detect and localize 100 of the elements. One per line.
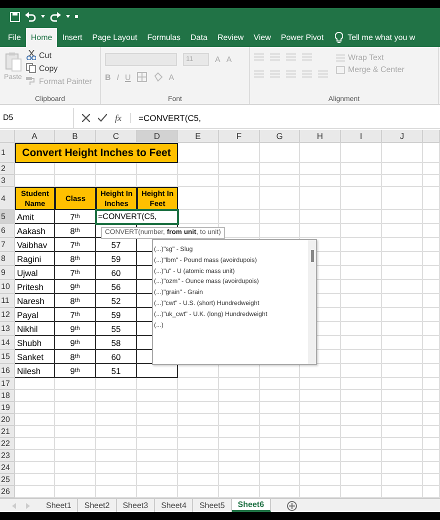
table-cell: Amit [15,210,55,224]
table-cell: Aakash [15,224,55,238]
row-header[interactable]: 8 [0,252,15,266]
row-header[interactable]: 14 [0,336,15,350]
row-header[interactable]: 11 [0,294,15,308]
table-cell: Ragini [15,252,55,266]
column-header[interactable]: A [15,130,55,143]
row-header[interactable]: 9 [0,266,15,280]
caret-icon[interactable] [41,15,45,18]
row-header[interactable]: 16 [0,364,15,378]
copy-button[interactable]: Copy [26,63,92,73]
row-header[interactable]: 4 [0,187,15,210]
merge-icon [336,66,345,74]
formula-field[interactable]: =CONVERT(C5, [138,113,440,123]
ribbon-tab[interactable]: Data [186,28,212,47]
table-cell: 8$^{th}$ [55,350,96,364]
lightbulb-icon[interactable] [334,32,343,43]
sheet-title: Convert Height Inches to Feet [15,143,178,163]
row-header[interactable]: 20 [0,414,15,426]
select-all-button[interactable] [0,130,15,143]
table-cell: 51 [96,364,137,378]
table-cell: 58 [96,336,137,350]
row-header[interactable]: 23 [0,450,15,462]
checkmark-icon[interactable] [98,114,107,122]
row-header[interactable]: 1 [0,143,15,163]
table-cell: 8$^{th}$ [55,224,96,238]
paintbrush-icon [26,76,36,86]
add-sheet-icon[interactable] [287,500,298,510]
row-header[interactable]: 7 [0,238,15,252]
table-cell: 8$^{th}$ [55,294,96,308]
ribbon-tab[interactable]: Review [212,28,249,47]
search-prompt[interactable]: Tell me what you w [348,33,416,42]
ribbon-tab[interactable]: Home [26,28,58,47]
column-header[interactable]: I [341,130,382,143]
copy-icon [26,63,36,73]
table-cell: Pritesh [15,280,55,294]
cut-button[interactable]: Cut [26,50,92,60]
row-header[interactable]: 19 [0,402,15,414]
row-header[interactable]: 22 [0,438,15,450]
row-header[interactable]: 12 [0,308,15,322]
ribbon-tab[interactable]: View [248,28,276,47]
column-header[interactable]: E [178,130,219,143]
row-header[interactable]: 17 [0,378,15,390]
table-cell: 9$^{th}$ [55,364,96,378]
redo-icon[interactable] [50,12,61,22]
scrollbar-thumb[interactable] [310,250,314,262]
column-header[interactable]: H [300,130,341,143]
ribbon-tab[interactable]: Power Pivot [276,28,329,47]
ribbon-tab[interactable]: Page Layout [87,28,142,47]
table-cell: 59 [96,308,137,322]
name-box[interactable]: D5 [0,108,74,128]
table-cell: Nikhil [15,322,55,336]
row-header[interactable]: 10 [0,280,15,294]
table-cell: 8$^{th}$ [55,252,96,266]
ribbon-tab[interactable]: Formulas [142,28,186,47]
insert-function-button[interactable]: fx [115,113,130,123]
row-header[interactable]: 6 [0,224,15,238]
table-cell: Payal [15,308,55,322]
undo-icon[interactable] [25,12,36,22]
table-cell: 9$^{th}$ [55,336,96,350]
column-header[interactable]: B [55,130,96,143]
row-header[interactable]: 5 [0,210,15,224]
customize-icon[interactable] [75,15,78,18]
table-cell: 59 [96,252,137,266]
row-header[interactable]: 2 [0,163,15,175]
row-header[interactable]: 25 [0,474,15,486]
row-header[interactable]: 18 [0,390,15,402]
wrap-icon [336,54,345,62]
table-cell: Ujwal [15,266,55,280]
row-header[interactable]: 21 [0,426,15,438]
column-header[interactable]: C [96,130,137,143]
table-cell: 9$^{th}$ [55,322,96,336]
column-header[interactable]: J [382,130,423,143]
table-cell: 56 [96,280,137,294]
table-cell: 52 [96,294,137,308]
close-icon[interactable] [82,114,90,122]
save-icon[interactable] [10,12,20,22]
scroll-left-icon[interactable] [12,502,16,508]
row-header[interactable]: 26 [0,486,15,498]
row-header[interactable]: 24 [0,462,15,474]
table-cell: 55 [96,322,137,336]
scrollbar[interactable] [308,240,316,364]
scissors-icon [26,50,36,60]
table-cell: 7$^{th}$ [55,308,96,322]
column-header[interactable]: D [137,130,178,143]
ribbon-tab[interactable]: File [3,28,26,47]
row-header[interactable]: 15 [0,350,15,364]
row-header[interactable]: 13 [0,322,15,336]
caret-icon[interactable] [66,15,70,18]
ribbon-tab[interactable]: Insert [57,28,88,47]
sheet-tab[interactable]: Sheet6 [232,499,272,512]
scroll-right-icon[interactable] [26,502,30,508]
row-header[interactable]: 3 [0,175,15,187]
column-header[interactable]: G [260,130,300,143]
table-cell: 7$^{th}$ [55,238,96,252]
editing-cell[interactable]: =CONVERT(C5, [96,210,178,224]
table-cell: Naresh [15,294,55,308]
column-header[interactable]: F [219,130,260,143]
table-cell: 60 [96,266,137,280]
table-cell: Nilesh [15,364,55,378]
